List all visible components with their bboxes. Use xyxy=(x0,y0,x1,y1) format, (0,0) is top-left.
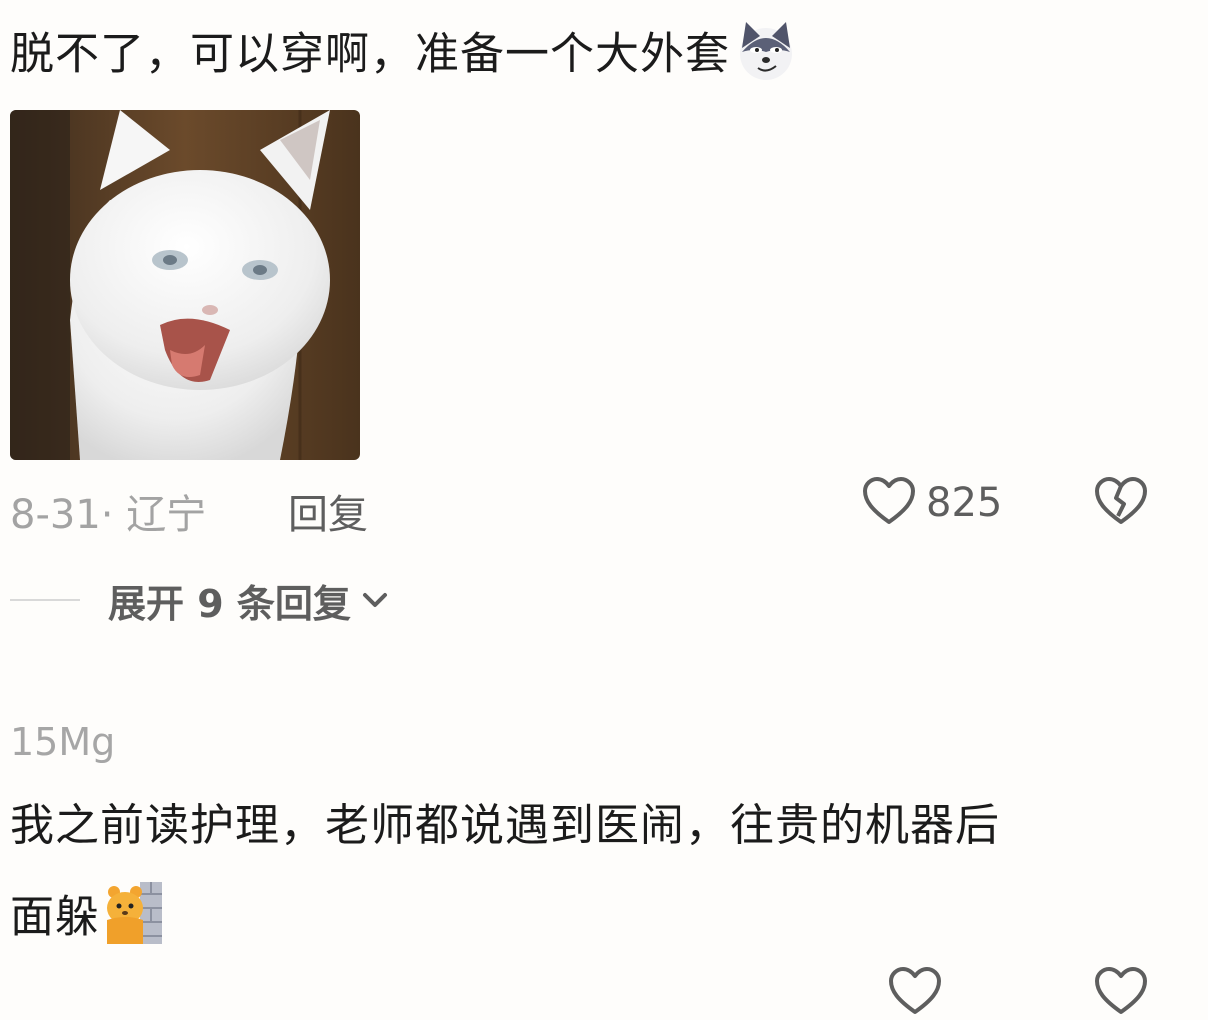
divider-line xyxy=(10,599,80,601)
chevron-down-icon xyxy=(361,590,389,610)
hiding-bear-emoji-icon xyxy=(104,880,164,959)
like-button-partial[interactable] xyxy=(888,966,942,1020)
broken-heart-icon xyxy=(1094,477,1148,530)
heart-icon xyxy=(862,476,916,530)
dislike-button[interactable] xyxy=(1094,476,1148,530)
like-button[interactable]: 825 xyxy=(862,476,1002,530)
wolf-emoji-icon xyxy=(734,18,798,95)
comment-username[interactable]: 15Mg xyxy=(10,720,115,764)
dislike-button-partial[interactable] xyxy=(1094,966,1148,1020)
comment-text: 脱不了，可以穿啊，准备一个大外套 xyxy=(10,18,798,95)
broken-heart-icon xyxy=(1094,967,1148,1020)
meta-separator: · xyxy=(100,492,114,538)
comment-body-line2: 面躲 xyxy=(10,891,100,943)
comment-text-line2: 面躲 xyxy=(10,880,164,959)
reply-button[interactable]: 回复 xyxy=(288,482,368,540)
heart-icon xyxy=(888,966,942,1020)
comment-meta: 8-31· 辽宁 xyxy=(10,482,206,540)
expand-replies-label[interactable]: 展开 9 条回复 xyxy=(108,573,351,628)
comment-location: 辽宁 xyxy=(126,492,207,538)
comment-body: 脱不了，可以穿啊，准备一个大外套 xyxy=(10,28,730,80)
cat-meme-image[interactable] xyxy=(10,110,360,460)
comment-date: 8-31 xyxy=(10,492,101,538)
expand-replies[interactable]: 展开 9 条回复 xyxy=(10,576,389,626)
comment-text-line1: 我之前读护理，老师都说遇到医闹，往贵的机器后 xyxy=(10,800,1000,851)
like-count: 825 xyxy=(926,480,1003,526)
